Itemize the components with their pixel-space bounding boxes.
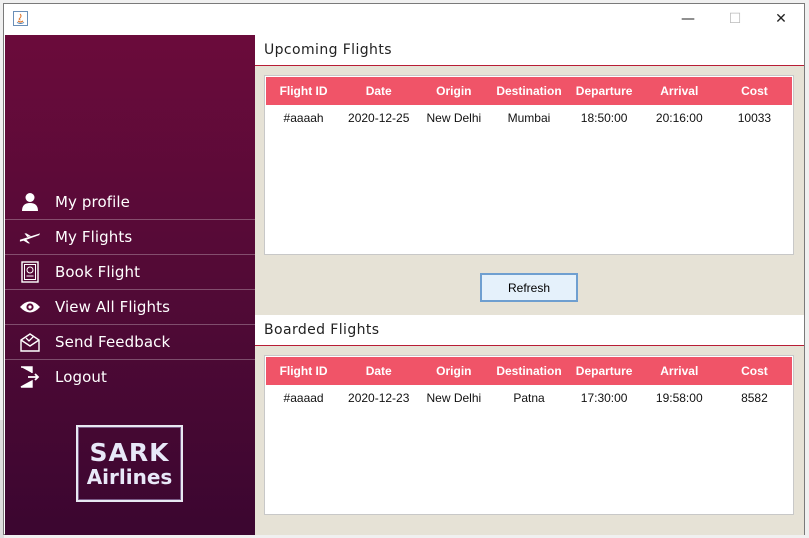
app-window: — ☐ ✕ My profile My Flights Book Flight … bbox=[3, 3, 805, 535]
section-title: Boarded Flights bbox=[264, 322, 380, 338]
sidebar-item-view-all-flights[interactable]: View All Flights bbox=[5, 290, 255, 325]
column-header[interactable]: Arrival bbox=[642, 77, 717, 105]
logo-line2: Airlines bbox=[86, 465, 173, 490]
sidebar-item-label: Logout bbox=[55, 368, 107, 386]
table-cell: Mumbai bbox=[507, 111, 551, 125]
column-header[interactable]: Destination bbox=[491, 77, 566, 105]
column-header[interactable]: Origin bbox=[416, 77, 491, 105]
table-cell: 2020-12-25 bbox=[348, 111, 410, 125]
table-cell: #aaaad bbox=[283, 391, 324, 405]
java-app-icon bbox=[13, 11, 28, 26]
main-content: Upcoming Flights Flight ID Date Origin D… bbox=[255, 35, 804, 535]
column-header[interactable]: Departure bbox=[567, 357, 642, 385]
table-row[interactable]: #aaaah 2020-12-25 New Delhi Mumbai 18:50… bbox=[266, 108, 792, 128]
column-header[interactable]: Flight ID bbox=[266, 77, 341, 105]
table-cell: 17:30:00 bbox=[580, 391, 628, 405]
sidebar-item-label: Book Flight bbox=[55, 263, 141, 281]
sidebar-item-label: My Flights bbox=[55, 228, 133, 246]
column-header[interactable]: Date bbox=[341, 77, 416, 105]
minimize-button[interactable]: — bbox=[665, 4, 711, 34]
logout-icon bbox=[19, 366, 41, 388]
refresh-button[interactable]: Refresh bbox=[480, 273, 578, 302]
mail-icon bbox=[19, 331, 41, 353]
logo-line1: SARK bbox=[89, 437, 170, 467]
sidebar-item-label: View All Flights bbox=[55, 298, 171, 316]
upcoming-flights-header: Upcoming Flights bbox=[255, 35, 804, 66]
column-header[interactable]: Departure bbox=[567, 77, 642, 105]
table-header: Flight ID Date Origin Destination Depart… bbox=[266, 357, 792, 385]
sidebar-item-my-profile[interactable]: My profile bbox=[5, 185, 255, 220]
column-header[interactable]: Destination bbox=[491, 357, 566, 385]
section-title: Upcoming Flights bbox=[264, 42, 392, 58]
table-cell: 2020-12-23 bbox=[348, 391, 410, 405]
upcoming-flights-table: Flight ID Date Origin Destination Depart… bbox=[264, 75, 794, 255]
column-header[interactable]: Arrival bbox=[642, 357, 717, 385]
maximize-button[interactable]: ☐ bbox=[712, 4, 758, 34]
table-cell: New Delhi bbox=[426, 391, 482, 405]
column-header[interactable]: Cost bbox=[717, 77, 792, 105]
table-header: Flight ID Date Origin Destination Depart… bbox=[266, 77, 792, 105]
table-cell: Patna bbox=[513, 391, 545, 405]
table-cell: 18:50:00 bbox=[580, 111, 628, 125]
close-button[interactable]: ✕ bbox=[758, 4, 804, 34]
sidebar-item-logout[interactable]: Logout bbox=[5, 360, 255, 394]
user-icon bbox=[19, 191, 41, 213]
table-cell: 19:58:00 bbox=[655, 391, 703, 405]
column-header[interactable]: Date bbox=[341, 357, 416, 385]
column-header[interactable]: Flight ID bbox=[266, 357, 341, 385]
table-row[interactable]: #aaaad 2020-12-23 New Delhi Patna 17:30:… bbox=[266, 388, 792, 408]
column-header[interactable]: Origin bbox=[416, 357, 491, 385]
sidebar-item-book-flight[interactable]: Book Flight bbox=[5, 255, 255, 290]
sidebar-item-label: Send Feedback bbox=[55, 333, 171, 351]
table-cell: #aaaah bbox=[283, 111, 324, 125]
table-cell: 10033 bbox=[737, 111, 772, 125]
sark-airlines-logo: SARK Airlines bbox=[76, 425, 183, 502]
eye-icon bbox=[19, 296, 41, 318]
sidebar-menu: My profile My Flights Book Flight View A… bbox=[5, 185, 255, 394]
column-header[interactable]: Cost bbox=[717, 357, 792, 385]
title-bar: — ☐ ✕ bbox=[4, 4, 804, 35]
table-cell: 20:16:00 bbox=[655, 111, 703, 125]
sidebar-item-my-flights[interactable]: My Flights bbox=[5, 220, 255, 255]
sidebar-item-send-feedback[interactable]: Send Feedback bbox=[5, 325, 255, 360]
boarded-flights-header: Boarded Flights bbox=[255, 315, 804, 346]
sidebar-item-label: My profile bbox=[55, 193, 130, 211]
sidebar: My profile My Flights Book Flight View A… bbox=[5, 35, 255, 535]
table-cell: 8582 bbox=[741, 391, 768, 405]
boarded-flights-table: Flight ID Date Origin Destination Depart… bbox=[264, 355, 794, 515]
table-cell: New Delhi bbox=[426, 111, 482, 125]
passport-icon bbox=[19, 261, 41, 283]
airplane-icon bbox=[19, 226, 41, 248]
